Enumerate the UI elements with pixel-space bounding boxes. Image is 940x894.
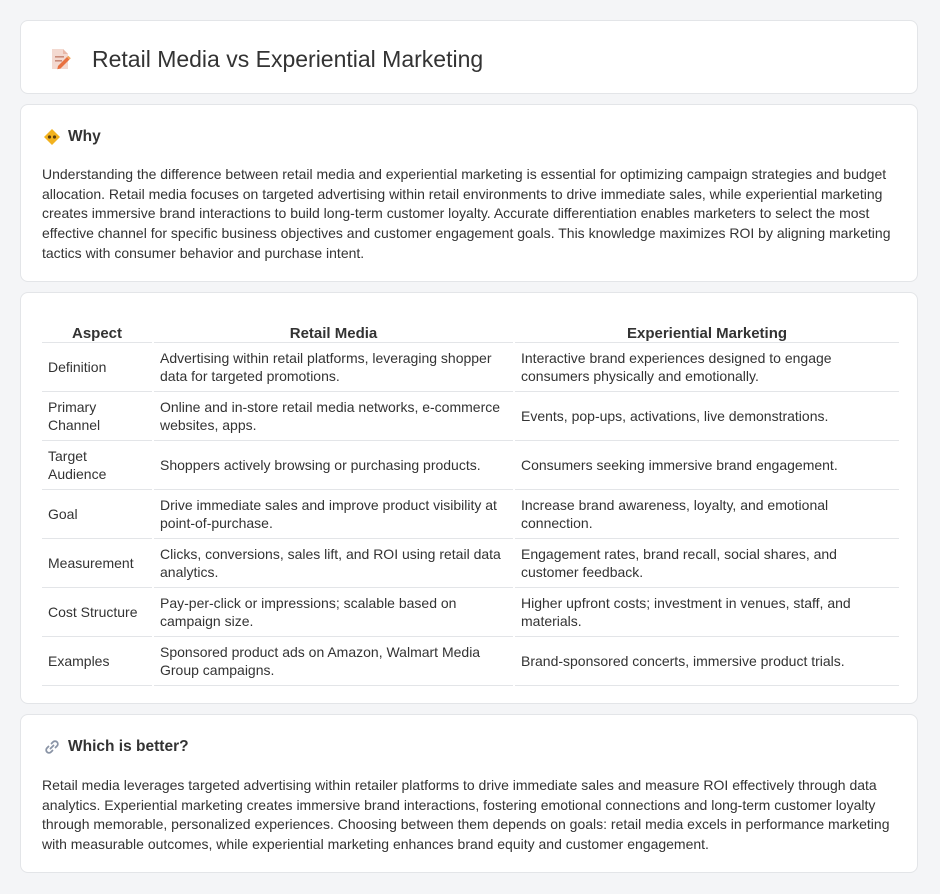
- table-row: Cost Structure Pay-per-click or impressi…: [42, 587, 899, 637]
- row-aspect: Cost Structure: [42, 587, 154, 637]
- row-retail-media: Pay-per-click or impressions; scalable b…: [153, 587, 515, 637]
- row-experiential-marketing: Higher upfront costs; investment in venu…: [514, 587, 899, 637]
- column-header-experiential-marketing: Experiential Marketing: [514, 313, 899, 343]
- row-experiential-marketing: Interactive brand experiences designed t…: [514, 342, 899, 392]
- row-experiential-marketing: Increase brand awareness, loyalty, and e…: [514, 489, 899, 539]
- row-aspect: Measurement: [42, 538, 154, 588]
- column-header-aspect: Aspect: [42, 313, 154, 343]
- page-title: Retail Media vs Experiential Marketing: [92, 46, 484, 72]
- why-text: Understanding the difference between ret…: [42, 166, 891, 261]
- table-row: Definition Advertising within retail pla…: [42, 342, 899, 392]
- which-is-better-section: Which is better? Retail media leverages …: [20, 714, 918, 873]
- document-pencil-icon: [47, 46, 73, 72]
- row-retail-media: Online and in-store retail media network…: [153, 391, 515, 441]
- column-header-retail-media: Retail Media: [153, 313, 515, 343]
- table-row: Examples Sponsored product ads on Amazon…: [42, 636, 899, 686]
- row-experiential-marketing: Brand-sponsored concerts, immersive prod…: [514, 636, 899, 686]
- why-section: Why Understanding the difference between…: [20, 104, 918, 282]
- row-retail-media: Advertising within retail platforms, lev…: [153, 342, 515, 392]
- table-row: Target Audience Shoppers actively browsi…: [42, 440, 899, 490]
- diamond-warning-icon: [43, 128, 61, 146]
- row-aspect: Primary Channel: [42, 391, 154, 441]
- comparison-table: Aspect Retail Media Experiential Marketi…: [42, 313, 899, 686]
- comparison-section: Aspect Retail Media Experiential Marketi…: [20, 292, 918, 704]
- header-card: Retail Media vs Experiential Marketing: [20, 20, 918, 94]
- which-is-better-text: Retail media leverages targeted advertis…: [42, 777, 890, 853]
- row-aspect: Examples: [42, 636, 154, 686]
- why-heading: Why: [68, 128, 101, 145]
- table-header-row: Aspect Retail Media Experiential Marketi…: [42, 313, 899, 343]
- table-row: Goal Drive immediate sales and improve p…: [42, 489, 899, 539]
- table-row: Primary Channel Online and in-store reta…: [42, 391, 899, 441]
- row-retail-media: Shoppers actively browsing or purchasing…: [153, 440, 515, 490]
- row-aspect: Target Audience: [42, 440, 154, 490]
- link-icon: [43, 738, 61, 756]
- row-aspect: Goal: [42, 489, 154, 539]
- row-retail-media: Drive immediate sales and improve produc…: [153, 489, 515, 539]
- row-experiential-marketing: Engagement rates, brand recall, social s…: [514, 538, 899, 588]
- row-retail-media: Sponsored product ads on Amazon, Walmart…: [153, 636, 515, 686]
- which-is-better-heading: Which is better?: [68, 738, 189, 755]
- row-retail-media: Clicks, conversions, sales lift, and ROI…: [153, 538, 515, 588]
- row-experiential-marketing: Events, pop-ups, activations, live demon…: [514, 391, 899, 441]
- row-experiential-marketing: Consumers seeking immersive brand engage…: [514, 440, 899, 490]
- table-row: Measurement Clicks, conversions, sales l…: [42, 538, 899, 588]
- row-aspect: Definition: [42, 342, 154, 392]
